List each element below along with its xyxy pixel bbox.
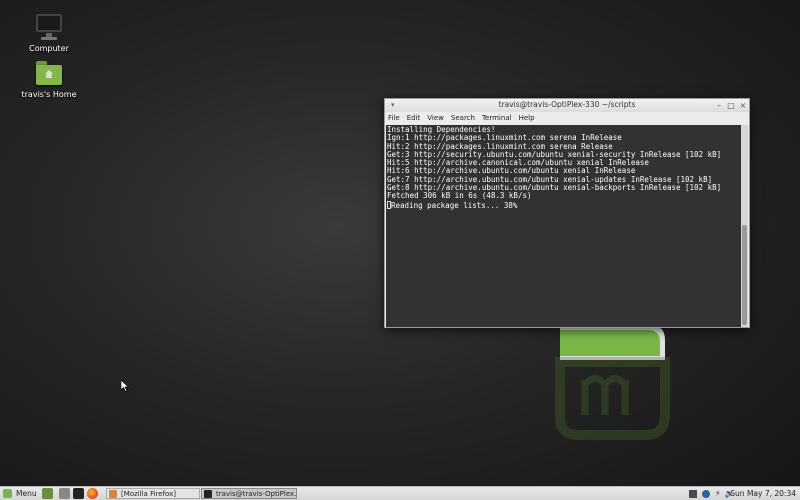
menu-view[interactable]: View bbox=[427, 114, 444, 122]
terminal-line: Reading package lists... 38% bbox=[391, 200, 518, 210]
close-button[interactable]: × bbox=[738, 100, 748, 111]
firefox-launcher-icon[interactable] bbox=[87, 488, 98, 499]
terminal-output[interactable]: Installing Dependencies! Ign:1 http://pa… bbox=[386, 125, 742, 327]
menu-file[interactable]: File bbox=[388, 114, 400, 122]
window-titlebar[interactable]: ▾ travis@travis-OptiPlex-330 ~/scripts –… bbox=[385, 99, 749, 112]
update-manager-icon[interactable] bbox=[702, 489, 710, 498]
minimize-button[interactable]: – bbox=[714, 100, 724, 111]
terminal-icon bbox=[204, 489, 212, 498]
menu-search[interactable]: Search bbox=[451, 114, 475, 122]
home-folder-icon bbox=[34, 58, 64, 88]
firefox-icon bbox=[109, 489, 117, 498]
notification-icon[interactable] bbox=[689, 489, 697, 498]
window-title: travis@travis-OptiPlex-330 ~/scripts bbox=[498, 100, 636, 109]
terminal-window[interactable]: ▾ travis@travis-OptiPlex-330 ~/scripts –… bbox=[384, 98, 750, 328]
maximize-button[interactable]: □ bbox=[726, 100, 736, 111]
computer-icon bbox=[34, 12, 64, 42]
mint-menu-icon bbox=[3, 489, 12, 498]
taskbar-item-firefox[interactable]: [Mozilla Firefox] bbox=[106, 488, 200, 499]
taskbar-item-label: travis@travis-OptiPlex... bbox=[216, 489, 297, 498]
desktop-icon-home[interactable]: travis's Home bbox=[9, 58, 89, 99]
system-tray: ⚡ 🔈 bbox=[689, 488, 735, 499]
menu-button-label: Menu bbox=[16, 489, 37, 498]
network-icon[interactable]: ⚡ bbox=[715, 489, 721, 498]
desktop-icon-computer[interactable]: Computer bbox=[9, 12, 89, 53]
desktop: Computer travis's Home ▾ travis@travis-O… bbox=[0, 0, 800, 486]
menu-button[interactable]: Menu bbox=[3, 488, 37, 499]
scrollbar-thumb[interactable] bbox=[742, 225, 747, 325]
panel-clock[interactable]: Sun May 7, 20:34 bbox=[730, 489, 796, 498]
terminal-line: Fetched 306 kB in 6s (48.3 kB/s) bbox=[387, 191, 532, 201]
bottom-panel: Menu [Mozilla Firefox] travis@travis-Opt… bbox=[0, 486, 800, 500]
menu-edit[interactable]: Edit bbox=[407, 114, 421, 122]
desktop-icon-label: travis's Home bbox=[21, 90, 77, 99]
file-manager-icon[interactable] bbox=[59, 488, 70, 499]
desktop-icon-label: Computer bbox=[29, 44, 69, 53]
menu-help[interactable]: Help bbox=[519, 114, 535, 122]
terminal-launcher-icon[interactable] bbox=[73, 488, 84, 499]
taskbar-item-label: [Mozilla Firefox] bbox=[121, 489, 176, 498]
terminal-menubar: File Edit View Search Terminal Help bbox=[385, 112, 749, 124]
terminal-scrollbar[interactable] bbox=[741, 125, 748, 327]
mouse-pointer-icon bbox=[121, 380, 129, 392]
show-desktop-icon[interactable] bbox=[42, 488, 53, 499]
taskbar-item-terminal[interactable]: travis@travis-OptiPlex... bbox=[201, 488, 297, 499]
menu-terminal[interactable]: Terminal bbox=[482, 114, 512, 122]
